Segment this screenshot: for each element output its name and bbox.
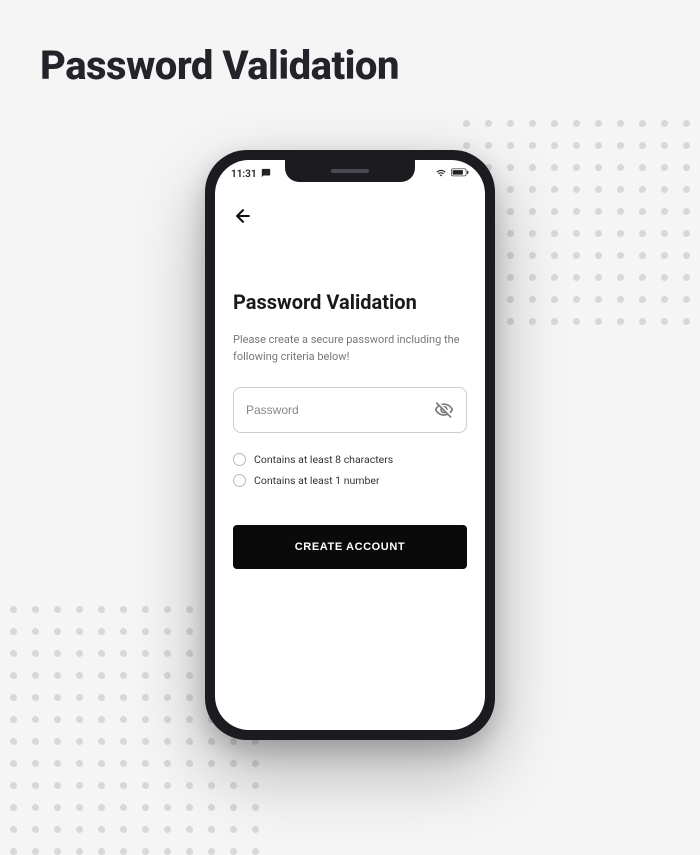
criteria-indicator xyxy=(233,453,246,466)
app-content: Password Validation Please create a secu… xyxy=(215,190,485,730)
screen-subtext: Please create a secure password includin… xyxy=(233,332,467,365)
eye-off-icon xyxy=(434,400,454,420)
battery-icon xyxy=(451,168,469,181)
password-field-container xyxy=(233,387,467,433)
screen-heading: Password Validation xyxy=(233,290,467,314)
wifi-icon xyxy=(435,168,447,181)
phone-notch xyxy=(285,160,415,182)
arrow-left-icon xyxy=(233,206,253,226)
criteria-item: Contains at least 8 characters xyxy=(233,453,467,466)
sms-icon xyxy=(261,168,271,181)
phone-mockup: 11:31 Password Vali xyxy=(205,150,495,740)
status-bar-left: 11:31 xyxy=(231,168,271,181)
criteria-label: Contains at least 8 characters xyxy=(254,453,393,466)
create-account-button[interactable]: CREATE ACCOUNT xyxy=(233,525,467,569)
criteria-indicator xyxy=(233,474,246,487)
criteria-label: Contains at least 1 number xyxy=(254,474,380,487)
phone-speaker xyxy=(331,169,369,173)
status-bar-right xyxy=(435,168,469,181)
password-input[interactable] xyxy=(246,403,434,417)
back-button[interactable] xyxy=(233,204,257,228)
phone-screen: 11:31 Password Vali xyxy=(215,160,485,730)
decorative-dot-grid-top xyxy=(463,120,690,325)
status-time: 11:31 xyxy=(231,169,257,180)
page-title: Password Validation xyxy=(40,42,399,89)
toggle-password-visibility[interactable] xyxy=(434,400,454,420)
criteria-item: Contains at least 1 number xyxy=(233,474,467,487)
criteria-list: Contains at least 8 characters Contains … xyxy=(233,453,467,487)
